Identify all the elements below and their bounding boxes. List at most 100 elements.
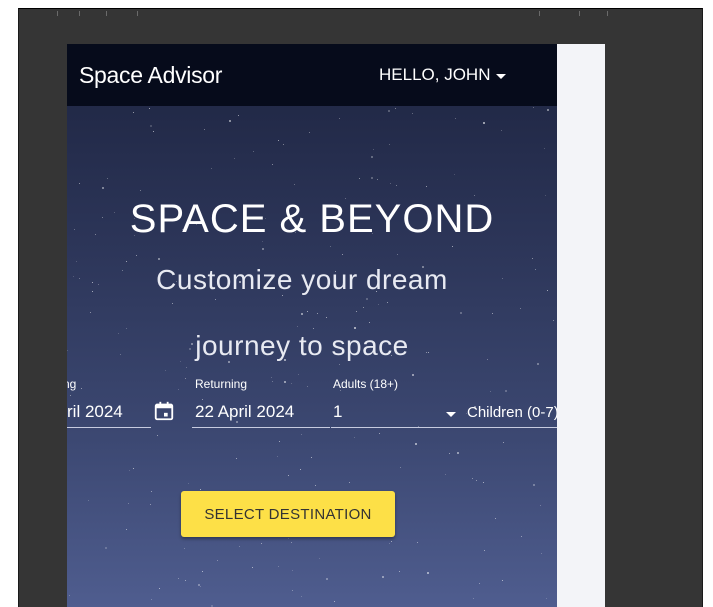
star	[314, 485, 316, 487]
star	[202, 571, 203, 573]
star	[132, 468, 134, 469]
star	[476, 479, 478, 481]
star	[125, 528, 127, 530]
star	[277, 566, 279, 568]
star	[135, 254, 137, 256]
star	[277, 456, 279, 458]
star	[282, 143, 284, 145]
star	[362, 306, 364, 308]
star	[128, 502, 130, 504]
star	[76, 260, 78, 262]
star	[537, 363, 540, 366]
top-navbar: Space Advisor HELLO, JOHN	[67, 44, 557, 106]
star	[214, 299, 216, 301]
star	[546, 108, 549, 111]
star	[125, 261, 127, 263]
star	[149, 124, 152, 127]
star	[309, 132, 311, 133]
ruler-ticks	[19, 9, 702, 19]
star	[349, 481, 350, 483]
star	[545, 597, 547, 599]
star	[310, 457, 312, 459]
star	[216, 559, 218, 561]
star	[520, 307, 522, 309]
star	[426, 186, 428, 188]
children-select[interactable]: Children (0-7)	[465, 369, 557, 429]
star	[229, 119, 231, 122]
star	[540, 505, 542, 507]
departing-value: ril 2024	[67, 402, 123, 421]
star	[494, 517, 496, 519]
star	[318, 558, 320, 560]
star	[325, 316, 327, 318]
departing-date-field[interactable]: ng ril 2024	[67, 369, 187, 429]
star	[532, 257, 534, 259]
brand-logo-text[interactable]: Space Advisor	[79, 62, 222, 89]
star	[253, 151, 255, 153]
star	[541, 552, 543, 554]
star	[338, 118, 340, 119]
star	[370, 155, 373, 158]
children-label: Children (0-7)	[467, 404, 557, 421]
star	[210, 167, 212, 169]
star	[334, 601, 336, 602]
star	[313, 328, 315, 329]
star	[377, 179, 378, 181]
star	[482, 481, 484, 483]
star	[287, 538, 289, 539]
hero-subtitle-line1: Customize your dream	[156, 264, 448, 295]
star	[342, 253, 344, 255]
hero-subtitle-line2: journey to space	[195, 330, 409, 361]
star	[316, 312, 318, 314]
adults-value: 1	[333, 402, 343, 421]
star	[483, 550, 485, 552]
star	[389, 543, 391, 544]
star	[261, 543, 263, 545]
star	[300, 434, 302, 435]
star	[238, 546, 240, 548]
star	[148, 107, 150, 109]
returning-date-field[interactable]: Returning 22 April 2024	[192, 369, 332, 429]
star	[157, 434, 159, 436]
star	[88, 499, 90, 501]
star	[460, 312, 463, 314]
star	[379, 433, 381, 435]
star	[552, 319, 554, 321]
star	[68, 595, 70, 597]
star	[503, 442, 505, 443]
star	[389, 144, 391, 146]
star	[292, 570, 294, 572]
star	[330, 245, 331, 247]
star	[396, 185, 398, 186]
star	[291, 589, 293, 591]
star	[183, 548, 185, 550]
adults-select[interactable]: Adults (18+) 1	[331, 369, 465, 429]
star	[492, 313, 494, 315]
calendar-icon[interactable]	[153, 400, 175, 422]
star	[457, 452, 459, 455]
returning-label: Returning	[195, 377, 248, 391]
star	[546, 289, 548, 291]
star	[288, 475, 290, 477]
star	[501, 129, 503, 131]
star	[101, 186, 104, 189]
star	[178, 578, 180, 580]
star	[290, 542, 292, 544]
user-greeting: HELLO, JOHN	[379, 65, 491, 84]
star	[358, 177, 360, 179]
browser-viewport-frame: Space Advisor HELLO, JOHN SPACE & BEYOND…	[18, 8, 703, 607]
select-destination-button[interactable]: SELECT DESTINATION	[181, 491, 395, 537]
star	[543, 147, 545, 149]
user-menu-dropdown[interactable]: HELLO, JOHN	[379, 65, 507, 85]
star	[296, 326, 298, 328]
star	[150, 504, 152, 505]
star	[521, 536, 523, 538]
star	[454, 118, 456, 120]
star	[278, 441, 280, 443]
star	[452, 245, 454, 247]
star	[354, 326, 356, 329]
star	[532, 484, 535, 487]
star	[107, 177, 108, 179]
star	[338, 363, 340, 365]
star	[449, 452, 451, 454]
